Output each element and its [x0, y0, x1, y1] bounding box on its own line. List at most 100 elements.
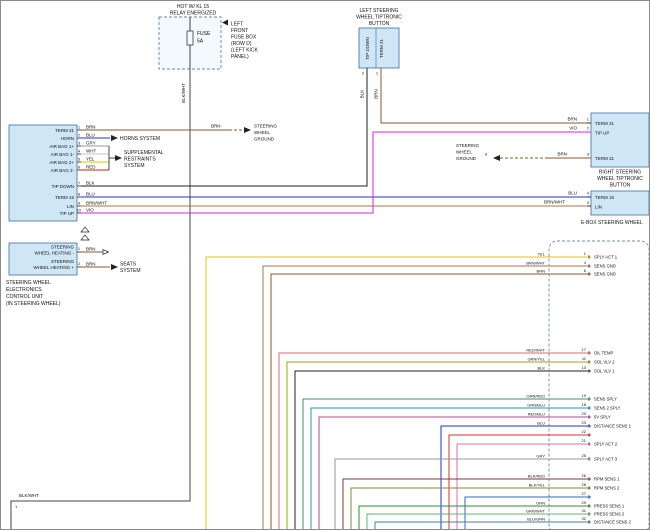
mid-ground-arrow-icon [244, 127, 251, 133]
tcu-wire-label: GRN/RED [527, 394, 546, 399]
cu-pin-name: LIN [67, 204, 74, 209]
cu-pin-wire-label: BLU [86, 133, 95, 138]
cu-pin-wire-label: BRN [86, 125, 96, 130]
fuse-header-line2: RELAY ENERGIZED [170, 11, 217, 17]
cu-pin-wire-label: RED [86, 165, 96, 170]
right-tiptronic-wire-label: VIO [569, 126, 577, 131]
cu-pin-name: TERM 31 [55, 128, 75, 133]
tcu-pin-number: 21 [582, 438, 587, 443]
control-unit-title: CONTROL UNIT [6, 294, 43, 300]
fuse-location-line: PANEL) [231, 54, 249, 60]
tcu-pin-name: 5V SPLY [594, 415, 611, 420]
heating-pin: 2 [78, 261, 81, 266]
srs-line: RESTRAINTS [124, 157, 156, 163]
tcu-wire-label: GRN/WHT [526, 509, 546, 514]
left-tiptronic-wire-label: BRN [374, 89, 379, 99]
tcu-wire-20 [319, 417, 591, 530]
tcu-pin-number: 13 [582, 365, 587, 370]
wire-brn-term31 [381, 68, 591, 123]
horns-system-label: HORNS SYSTEM [120, 136, 160, 142]
tcu-wire-label: BRN [537, 269, 546, 274]
seats-line: SYSTEM [120, 268, 141, 274]
tcu-pin-name: RPM SENS 1 [594, 477, 620, 482]
cu-pin-number: 6 [78, 165, 81, 170]
wiring-diagram: HOT W/ KL 15 RELAY ENERGIZED FUSE 5A LEF… [0, 0, 650, 530]
cu-pin-number: 8 [78, 192, 81, 197]
right-tiptronic-title: WHEEL TIPTRONIC [597, 176, 643, 182]
fuse-header-line1: HOT W/ KL 15 [177, 4, 209, 10]
control-unit-title: (IN STEERING WHEEL) [6, 301, 61, 307]
tcu-wire-32 [375, 522, 591, 530]
tcu-connector-rows: YEL1SPLY ACT 1BRN/WHT4SENS GNDBRN6SENS G… [206, 251, 632, 530]
tcu-pin-name: SPLY ACT 1 [594, 255, 618, 260]
wiring-diagram-svg: HOT W/ KL 15 RELAY ENERGIZED FUSE 5A LEF… [1, 1, 650, 530]
right-ground-line: STEERING [456, 143, 480, 148]
tcu-pin-name: SPLY ACT 3 [594, 457, 618, 462]
right-ground-arrow-icon [493, 155, 500, 161]
connector-triangle-icon [81, 235, 89, 240]
left-tiptronic-terminal: TIP DOWN [365, 37, 370, 59]
horns-arrow-icon [111, 135, 118, 141]
srs-line: SYSTEM [124, 163, 145, 169]
right-tiptronic-terminal: TERM 31 [595, 156, 615, 161]
srs-line: SUPPLEMENTAL [124, 150, 164, 156]
tcu-wire-label: BLK/YEL [529, 483, 546, 488]
ebox-title: E-BOX STEERING WHEEL [581, 220, 643, 226]
right-tiptronic-pin: 2 [587, 126, 590, 131]
srs-arrow-icon [115, 155, 122, 161]
tcu-wire-label: BLU [537, 421, 545, 426]
tcu-pin-name: SOL VLV 2 [594, 360, 615, 365]
control-unit-title: ELECTRONICS [6, 287, 42, 293]
tcu-pin-number: 28 [582, 482, 587, 487]
mid-ground-wire-label: BRN [211, 124, 221, 129]
cu-pin-wire-label: BLK [86, 181, 95, 186]
control-unit-title: STEERING WHEEL [6, 280, 51, 286]
heating-name-line: WHEEL HEATING - [34, 251, 74, 256]
tcu-pin-name: SENS GND [594, 264, 616, 269]
cu-pin-number: 10 [77, 208, 82, 213]
right-ground-line: GROUND [456, 156, 477, 161]
heating-wire-label: BRN [86, 246, 96, 251]
connector-triangle-icon [81, 227, 89, 232]
tcu-pin-name: PRESS SENS 2 [594, 512, 625, 517]
fuse-wire-label: BLK/WHT [181, 83, 186, 103]
tcu-pin-name: SENS GND [594, 272, 616, 277]
ebox-wire-label: BLU [568, 191, 577, 196]
tcu-wire-25 [335, 459, 591, 530]
tcu-wire-label: RED/WHT [526, 348, 545, 353]
fuse-location-line: FRONT [231, 28, 248, 34]
cu-pin-name: AIR BAG 1- [50, 152, 74, 157]
cu-pin-number: 5 [78, 157, 81, 162]
cu-pin-number: 7 [78, 181, 81, 186]
ebox-pin: 4 [587, 191, 590, 196]
ground-triangle-icon [103, 250, 109, 255]
left-tiptronic-pin: 2 [362, 71, 365, 76]
right-tiptronic-terminal: TIP UP [595, 131, 609, 136]
fuse-location-arrow-icon [222, 20, 228, 26]
fuse-amps: 5A [197, 39, 204, 45]
ebox-wire-label: BRN/WHT [544, 200, 565, 205]
tcu-pin-number: 32 [582, 516, 587, 521]
tcu-pin-number: 20 [582, 411, 587, 416]
cu-pin-wire-label: GRY [86, 141, 96, 146]
heating-name-line: WHEEL HEATING + [33, 265, 74, 270]
left-tiptronic-title: BUTTON [369, 21, 390, 27]
tcu-pin-name: DISTANCE SENS 2 [594, 520, 632, 525]
right-tiptronic-pin: 3 [587, 152, 590, 157]
cu-pin-wire-label: YEL [86, 157, 95, 162]
tcu-wire-label: YEL [537, 252, 545, 257]
right-tiptronic-title: RIGHT STEERING [599, 170, 642, 176]
tcu-pin-number: 4 [584, 260, 587, 265]
fuse-location-line: (LEFT KICK [231, 48, 259, 54]
heating-name-line: STEERING [51, 244, 75, 249]
cu-pin-name: TIP DOWN [52, 184, 74, 189]
cu-pin-number: 1 [78, 125, 81, 130]
mid-ground-line: GROUND [254, 137, 275, 142]
bottom-wire-pin: 1 [15, 504, 18, 509]
fuse-location-line: LEFT [231, 22, 243, 28]
cu-pin-number: 3 [78, 141, 81, 146]
right-tiptronic-title: BUTTON [610, 183, 631, 189]
left-tiptronic-wire-label: BLK [360, 90, 365, 99]
tcu-pin-name: SENS SPLY [594, 397, 617, 402]
right-tiptronic-terminal: TERM 31 [595, 121, 615, 126]
